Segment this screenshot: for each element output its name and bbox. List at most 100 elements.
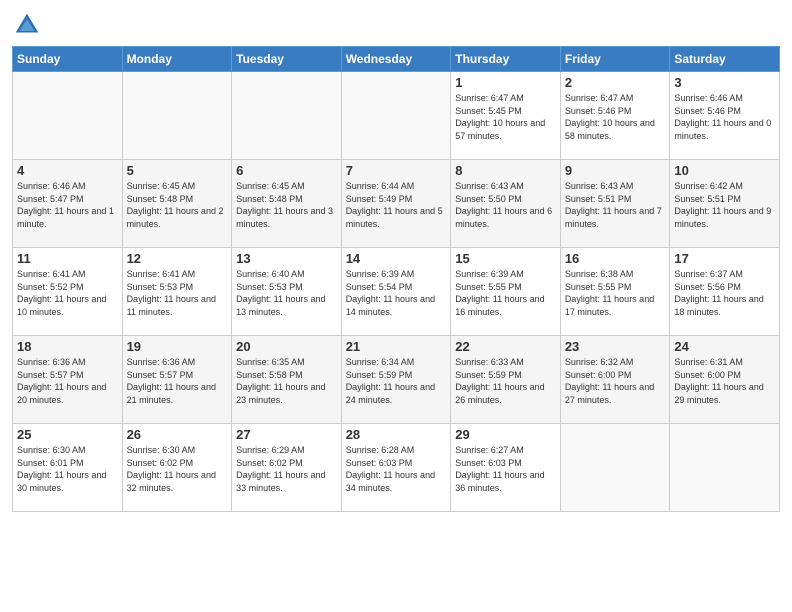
day-info: Sunrise: 6:41 AM Sunset: 5:53 PM Dayligh…: [127, 268, 228, 318]
day-info: Sunrise: 6:46 AM Sunset: 5:46 PM Dayligh…: [674, 92, 775, 142]
day-info: Sunrise: 6:42 AM Sunset: 5:51 PM Dayligh…: [674, 180, 775, 230]
day-number: 7: [346, 163, 447, 178]
calendar-cell: [341, 72, 451, 160]
day-number: 14: [346, 251, 447, 266]
calendar-cell: 13Sunrise: 6:40 AM Sunset: 5:53 PM Dayli…: [232, 248, 342, 336]
calendar-cell: 23 Sunrise: 6:32 AM Sunset: 6:00 PM Dayli…: [560, 336, 670, 424]
day-number: 19: [127, 339, 228, 354]
calendar-cell: 22Sunrise: 6:33 AM Sunset: 5:59 PM Dayli…: [451, 336, 561, 424]
calendar-cell: 28 Sunrise: 6:28 AM Sunset: 6:03 PM Dayli…: [341, 424, 451, 512]
header-cell-monday: Monday: [122, 47, 232, 72]
day-info: Sunrise: 6:36 AM Sunset: 5:57 PM Dayligh…: [127, 356, 228, 406]
calendar-cell: 20Sunrise: 6:35 AM Sunset: 5:58 PM Dayli…: [232, 336, 342, 424]
day-number: 12: [127, 251, 228, 266]
calendar-cell: 17 Sunrise: 6:37 AM Sunset: 5:56 PM Dayli…: [670, 248, 780, 336]
calendar-body: 1 Sunrise: 6:47 AM Sunset: 5:45 PM Daylig…: [13, 72, 780, 512]
day-info: Sunrise: 6:28 AM Sunset: 6:03 PM Dayligh…: [346, 444, 447, 494]
header-cell-sunday: Sunday: [13, 47, 123, 72]
day-number: 29: [455, 427, 556, 442]
header-cell-saturday: Saturday: [670, 47, 780, 72]
day-number: 4: [17, 163, 118, 178]
day-info: Sunrise: 6:41 AM Sunset: 5:52 PM Dayligh…: [17, 268, 118, 318]
day-number: 16: [565, 251, 666, 266]
day-number: 2: [565, 75, 666, 90]
calendar-cell: [13, 72, 123, 160]
day-info: Sunrise: 6:30 AM Sunset: 6:02 PM Dayligh…: [127, 444, 228, 494]
day-info: Sunrise: 6:45 AM Sunset: 5:48 PM Dayligh…: [127, 180, 228, 230]
day-info: Sunrise: 6:39 AM Sunset: 5:54 PM Dayligh…: [346, 268, 447, 318]
header: [12, 10, 780, 40]
day-number: 18: [17, 339, 118, 354]
day-number: 25: [17, 427, 118, 442]
calendar-cell: 26 Sunrise: 6:30 AM Sunset: 6:02 PM Dayli…: [122, 424, 232, 512]
calendar-cell: 25 Sunrise: 6:30 AM Sunset: 6:01 PM Dayli…: [13, 424, 123, 512]
calendar-cell: 4 Sunrise: 6:46 AM Sunset: 5:47 PM Daylig…: [13, 160, 123, 248]
calendar-cell: 27Sunrise: 6:29 AM Sunset: 6:02 PM Dayli…: [232, 424, 342, 512]
day-info: Sunrise: 6:39 AM Sunset: 5:55 PM Dayligh…: [455, 268, 556, 318]
calendar-cell: 21 Sunrise: 6:34 AM Sunset: 5:59 PM Dayli…: [341, 336, 451, 424]
calendar-header: SundayMondayTuesdayWednesdayThursdayFrid…: [13, 47, 780, 72]
logo: [12, 10, 46, 40]
day-number: 27: [236, 427, 337, 442]
calendar-week-1: 1 Sunrise: 6:47 AM Sunset: 5:45 PM Daylig…: [13, 72, 780, 160]
day-info: Sunrise: 6:46 AM Sunset: 5:47 PM Dayligh…: [17, 180, 118, 230]
calendar-week-5: 25 Sunrise: 6:30 AM Sunset: 6:01 PM Dayli…: [13, 424, 780, 512]
day-number: 13: [236, 251, 337, 266]
day-info: Sunrise: 6:35 AM Sunset: 5:58 PM Dayligh…: [236, 356, 337, 406]
day-number: 9: [565, 163, 666, 178]
day-info: Sunrise: 6:37 AM Sunset: 5:56 PM Dayligh…: [674, 268, 775, 318]
calendar-cell: [122, 72, 232, 160]
day-info: Sunrise: 6:44 AM Sunset: 5:49 PM Dayligh…: [346, 180, 447, 230]
day-number: 26: [127, 427, 228, 442]
logo-icon: [12, 10, 42, 40]
calendar-cell: 19 Sunrise: 6:36 AM Sunset: 5:57 PM Dayli…: [122, 336, 232, 424]
calendar-cell: 14 Sunrise: 6:39 AM Sunset: 5:54 PM Dayli…: [341, 248, 451, 336]
day-number: 15: [455, 251, 556, 266]
day-info: Sunrise: 6:31 AM Sunset: 6:00 PM Dayligh…: [674, 356, 775, 406]
calendar-cell: 11Sunrise: 6:41 AM Sunset: 5:52 PM Dayli…: [13, 248, 123, 336]
day-number: 5: [127, 163, 228, 178]
calendar-cell: [670, 424, 780, 512]
day-number: 8: [455, 163, 556, 178]
calendar-cell: 29 Sunrise: 6:27 AM Sunset: 6:03 PM Dayli…: [451, 424, 561, 512]
calendar-cell: 18 Sunrise: 6:36 AM Sunset: 5:57 PM Dayli…: [13, 336, 123, 424]
day-info: Sunrise: 6:47 AM Sunset: 5:46 PM Dayligh…: [565, 92, 666, 142]
calendar-cell: 7 Sunrise: 6:44 AM Sunset: 5:49 PM Daylig…: [341, 160, 451, 248]
day-number: 21: [346, 339, 447, 354]
calendar-cell: [560, 424, 670, 512]
day-number: 6: [236, 163, 337, 178]
day-info: Sunrise: 6:32 AM Sunset: 6:00 PM Dayligh…: [565, 356, 666, 406]
calendar-cell: [232, 72, 342, 160]
day-number: 24: [674, 339, 775, 354]
day-info: Sunrise: 6:36 AM Sunset: 5:57 PM Dayligh…: [17, 356, 118, 406]
header-cell-thursday: Thursday: [451, 47, 561, 72]
day-number: 28: [346, 427, 447, 442]
header-cell-wednesday: Wednesday: [341, 47, 451, 72]
calendar-week-2: 4 Sunrise: 6:46 AM Sunset: 5:47 PM Daylig…: [13, 160, 780, 248]
calendar-table: SundayMondayTuesdayWednesdayThursdayFrid…: [12, 46, 780, 512]
day-number: 1: [455, 75, 556, 90]
calendar-cell: 9 Sunrise: 6:43 AM Sunset: 5:51 PM Daylig…: [560, 160, 670, 248]
day-number: 17: [674, 251, 775, 266]
page: SundayMondayTuesdayWednesdayThursdayFrid…: [0, 0, 792, 612]
day-info: Sunrise: 6:27 AM Sunset: 6:03 PM Dayligh…: [455, 444, 556, 494]
calendar-cell: 3Sunrise: 6:46 AM Sunset: 5:46 PM Daylig…: [670, 72, 780, 160]
day-info: Sunrise: 6:47 AM Sunset: 5:45 PM Dayligh…: [455, 92, 556, 142]
calendar-week-3: 11Sunrise: 6:41 AM Sunset: 5:52 PM Dayli…: [13, 248, 780, 336]
day-info: Sunrise: 6:45 AM Sunset: 5:48 PM Dayligh…: [236, 180, 337, 230]
calendar-cell: 16 Sunrise: 6:38 AM Sunset: 5:55 PM Dayli…: [560, 248, 670, 336]
calendar-cell: 5 Sunrise: 6:45 AM Sunset: 5:48 PM Daylig…: [122, 160, 232, 248]
day-number: 22: [455, 339, 556, 354]
calendar-cell: 2 Sunrise: 6:47 AM Sunset: 5:46 PM Daylig…: [560, 72, 670, 160]
calendar-cell: 8Sunrise: 6:43 AM Sunset: 5:50 PM Daylig…: [451, 160, 561, 248]
day-info: Sunrise: 6:43 AM Sunset: 5:51 PM Dayligh…: [565, 180, 666, 230]
calendar-cell: 10Sunrise: 6:42 AM Sunset: 5:51 PM Dayli…: [670, 160, 780, 248]
day-info: Sunrise: 6:30 AM Sunset: 6:01 PM Dayligh…: [17, 444, 118, 494]
calendar-cell: 6 Sunrise: 6:45 AM Sunset: 5:48 PM Daylig…: [232, 160, 342, 248]
day-number: 23: [565, 339, 666, 354]
header-cell-friday: Friday: [560, 47, 670, 72]
header-cell-tuesday: Tuesday: [232, 47, 342, 72]
day-info: Sunrise: 6:34 AM Sunset: 5:59 PM Dayligh…: [346, 356, 447, 406]
day-info: Sunrise: 6:38 AM Sunset: 5:55 PM Dayligh…: [565, 268, 666, 318]
calendar-cell: 15 Sunrise: 6:39 AM Sunset: 5:55 PM Dayli…: [451, 248, 561, 336]
